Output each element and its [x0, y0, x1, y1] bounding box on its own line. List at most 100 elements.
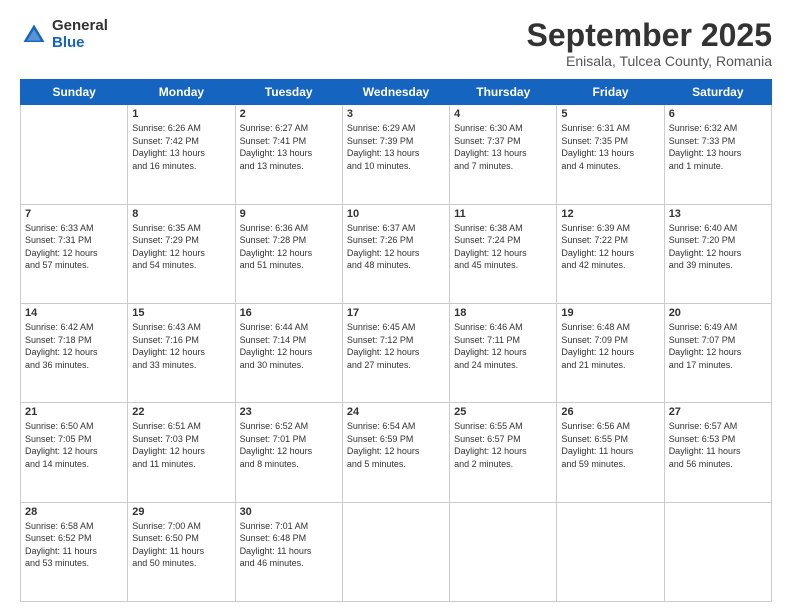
day-number: 28 [25, 506, 123, 518]
calendar-cell [557, 502, 664, 601]
calendar-cell: 6Sunrise: 6:32 AM Sunset: 7:33 PM Daylig… [664, 105, 771, 204]
calendar-week-3: 14 Sunrise: 6:42 AM Sunset: 7:18 PM Dayli… [21, 303, 772, 402]
calendar-cell: 19 Sunrise: 6:48 AM Sunset: 7:09 PM Dayli… [557, 303, 664, 402]
calendar-cell: 26Sunrise: 6:56 AM Sunset: 6:55 PM Dayli… [557, 403, 664, 502]
calendar-cell: 18Sunrise: 6:46 AM Sunset: 7:11 PM Dayli… [450, 303, 557, 402]
day-number: 2 [240, 108, 338, 120]
calendar-cell: 1 Sunrise: 6:26 AM Sunset: 7:42 PM Daylig… [128, 105, 235, 204]
calendar-week-4: 21 Sunrise: 6:50 AM Sunset: 7:05 PM Dayli… [21, 403, 772, 502]
day-number: 19 [561, 307, 659, 319]
calendar-cell: 14 Sunrise: 6:42 AM Sunset: 7:18 PM Dayli… [21, 303, 128, 402]
day-info: Sunrise: 6:56 AM Sunset: 6:55 PM Dayligh… [561, 420, 659, 470]
calendar-cell: 10 Sunrise: 6:37 AM Sunset: 7:26 PM Dayli… [342, 204, 449, 303]
calendar-cell [342, 502, 449, 601]
day-number: 8 [132, 208, 230, 220]
day-number: 5 [561, 108, 659, 120]
calendar-cell: 28 Sunrise: 6:58 AM Sunset: 6:52 PM Dayli… [21, 502, 128, 601]
day-info: Sunrise: 6:36 AM Sunset: 7:28 PM Dayligh… [240, 222, 338, 272]
day-info: Sunrise: 6:50 AM Sunset: 7:05 PM Dayligh… [25, 420, 123, 470]
day-info: Sunrise: 6:30 AM Sunset: 7:37 PM Dayligh… [454, 122, 552, 172]
header: General Blue September 2025 Enisala, Tul… [20, 18, 772, 69]
day-info: Sunrise: 6:52 AM Sunset: 7:01 PM Dayligh… [240, 420, 338, 470]
day-info: Sunrise: 6:37 AM Sunset: 7:26 PM Dayligh… [347, 222, 445, 272]
day-number: 13 [669, 208, 767, 220]
day-number: 23 [240, 406, 338, 418]
day-info: Sunrise: 6:33 AM Sunset: 7:31 PM Dayligh… [25, 222, 123, 272]
calendar-cell: 24 Sunrise: 6:54 AM Sunset: 6:59 PM Dayli… [342, 403, 449, 502]
day-info: Sunrise: 6:31 AM Sunset: 7:35 PM Dayligh… [561, 122, 659, 172]
day-number: 1 [132, 108, 230, 120]
day-info: Sunrise: 6:40 AM Sunset: 7:20 PM Dayligh… [669, 222, 767, 272]
calendar-cell: 5 Sunrise: 6:31 AM Sunset: 7:35 PM Daylig… [557, 105, 664, 204]
calendar-cell: 21 Sunrise: 6:50 AM Sunset: 7:05 PM Dayli… [21, 403, 128, 502]
day-info: Sunrise: 6:43 AM Sunset: 7:16 PM Dayligh… [132, 321, 230, 371]
calendar-cell: 15 Sunrise: 6:43 AM Sunset: 7:16 PM Dayli… [128, 303, 235, 402]
day-number: 14 [25, 307, 123, 319]
day-info: Sunrise: 6:57 AM Sunset: 6:53 PM Dayligh… [669, 420, 767, 470]
calendar-cell: 2 Sunrise: 6:27 AM Sunset: 7:41 PM Daylig… [235, 105, 342, 204]
col-tuesday: Tuesday [235, 80, 342, 105]
calendar-cell: 3Sunrise: 6:29 AM Sunset: 7:39 PM Daylig… [342, 105, 449, 204]
calendar-cell: 13 Sunrise: 6:40 AM Sunset: 7:20 PM Dayli… [664, 204, 771, 303]
day-info: Sunrise: 6:55 AM Sunset: 6:57 PM Dayligh… [454, 420, 552, 470]
day-number: 21 [25, 406, 123, 418]
calendar-cell: 27Sunrise: 6:57 AM Sunset: 6:53 PM Dayli… [664, 403, 771, 502]
day-number: 15 [132, 307, 230, 319]
day-number: 11 [454, 208, 552, 220]
day-number: 7 [25, 208, 123, 220]
day-info: Sunrise: 7:01 AM Sunset: 6:48 PM Dayligh… [240, 520, 338, 570]
day-info: Sunrise: 6:27 AM Sunset: 7:41 PM Dayligh… [240, 122, 338, 172]
calendar-subtitle: Enisala, Tulcea County, Romania [527, 53, 772, 69]
col-wednesday: Wednesday [342, 80, 449, 105]
col-thursday: Thursday [450, 80, 557, 105]
calendar-week-2: 7 Sunrise: 6:33 AM Sunset: 7:31 PM Daylig… [21, 204, 772, 303]
day-info: Sunrise: 6:42 AM Sunset: 7:18 PM Dayligh… [25, 321, 123, 371]
day-number: 16 [240, 307, 338, 319]
calendar-cell [450, 502, 557, 601]
day-number: 29 [132, 506, 230, 518]
day-info: Sunrise: 6:54 AM Sunset: 6:59 PM Dayligh… [347, 420, 445, 470]
title-block: September 2025 Enisala, Tulcea County, R… [527, 18, 772, 69]
day-number: 30 [240, 506, 338, 518]
day-info: Sunrise: 6:46 AM Sunset: 7:11 PM Dayligh… [454, 321, 552, 371]
day-info: Sunrise: 6:51 AM Sunset: 7:03 PM Dayligh… [132, 420, 230, 470]
day-number: 9 [240, 208, 338, 220]
day-number: 4 [454, 108, 552, 120]
day-number: 24 [347, 406, 445, 418]
calendar-cell: 30 Sunrise: 7:01 AM Sunset: 6:48 PM Dayli… [235, 502, 342, 601]
day-info: Sunrise: 6:44 AM Sunset: 7:14 PM Dayligh… [240, 321, 338, 371]
day-info: Sunrise: 6:45 AM Sunset: 7:12 PM Dayligh… [347, 321, 445, 371]
calendar-title: September 2025 [527, 18, 772, 53]
day-number: 10 [347, 208, 445, 220]
calendar-cell: 8 Sunrise: 6:35 AM Sunset: 7:29 PM Daylig… [128, 204, 235, 303]
day-info: Sunrise: 6:35 AM Sunset: 7:29 PM Dayligh… [132, 222, 230, 272]
calendar-cell: 11Sunrise: 6:38 AM Sunset: 7:24 PM Dayli… [450, 204, 557, 303]
day-number: 25 [454, 406, 552, 418]
col-monday: Monday [128, 80, 235, 105]
calendar-cell: 4 Sunrise: 6:30 AM Sunset: 7:37 PM Daylig… [450, 105, 557, 204]
logo-text: General Blue [52, 18, 108, 51]
col-sunday: Sunday [21, 80, 128, 105]
calendar-cell: 17 Sunrise: 6:45 AM Sunset: 7:12 PM Dayli… [342, 303, 449, 402]
day-number: 12 [561, 208, 659, 220]
day-info: Sunrise: 6:48 AM Sunset: 7:09 PM Dayligh… [561, 321, 659, 371]
logo-general: General [52, 18, 108, 35]
day-info: Sunrise: 6:29 AM Sunset: 7:39 PM Dayligh… [347, 122, 445, 172]
col-saturday: Saturday [664, 80, 771, 105]
day-info: Sunrise: 6:26 AM Sunset: 7:42 PM Dayligh… [132, 122, 230, 172]
day-info: Sunrise: 7:00 AM Sunset: 6:50 PM Dayligh… [132, 520, 230, 570]
day-info: Sunrise: 6:32 AM Sunset: 7:33 PM Dayligh… [669, 122, 767, 172]
calendar-cell: 20 Sunrise: 6:49 AM Sunset: 7:07 PM Dayli… [664, 303, 771, 402]
day-info: Sunrise: 6:39 AM Sunset: 7:22 PM Dayligh… [561, 222, 659, 272]
header-row: Sunday Monday Tuesday Wednesday Thursday… [21, 80, 772, 105]
day-info: Sunrise: 6:58 AM Sunset: 6:52 PM Dayligh… [25, 520, 123, 570]
calendar-cell [21, 105, 128, 204]
calendar-cell: 22Sunrise: 6:51 AM Sunset: 7:03 PM Dayli… [128, 403, 235, 502]
calendar-cell [664, 502, 771, 601]
day-number: 17 [347, 307, 445, 319]
day-number: 20 [669, 307, 767, 319]
calendar-cell: 23 Sunrise: 6:52 AM Sunset: 7:01 PM Dayli… [235, 403, 342, 502]
day-info: Sunrise: 6:49 AM Sunset: 7:07 PM Dayligh… [669, 321, 767, 371]
calendar-cell: 29 Sunrise: 7:00 AM Sunset: 6:50 PM Dayli… [128, 502, 235, 601]
calendar-week-1: 1 Sunrise: 6:26 AM Sunset: 7:42 PM Daylig… [21, 105, 772, 204]
